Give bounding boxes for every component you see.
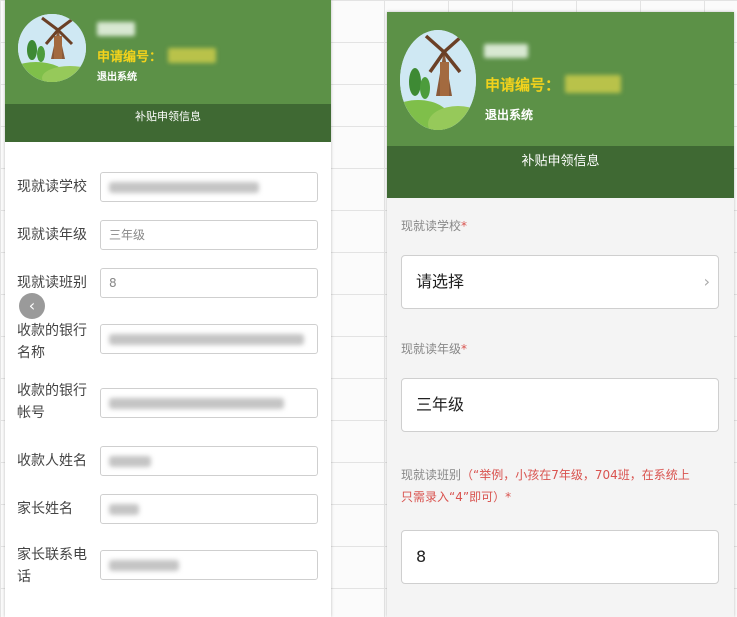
class-input[interactable]: 8	[100, 268, 318, 298]
right-phone-panel: 申请编号： 退出系统 补贴申领信息 现就读学校* 请选择 › 现就读年级* 三年…	[387, 12, 734, 617]
field-label: 收款的银行 名称	[17, 320, 97, 364]
windmill-avatar-icon	[18, 14, 86, 82]
application-number-label: 申请编号：	[485, 76, 561, 94]
class-hint-text: （“举例，小孩在7年级，704班，在系统上	[461, 468, 690, 482]
redacted-value	[109, 398, 284, 409]
field-label: 收款的银行 帐号	[17, 380, 97, 424]
label-text: 现就读年级	[401, 342, 462, 356]
required-mark: *	[505, 490, 512, 504]
redacted-value	[109, 560, 179, 571]
class-label: 现就读班别（“举例，小孩在7年级，704班，在系统上 只需录入“4”即可）*	[401, 464, 690, 508]
required-mark: *	[461, 219, 468, 233]
field-label-line: 收款的银行	[17, 383, 87, 399]
field-label: 现就读班别	[17, 275, 87, 291]
profile-header: 申请编号： 退出系统	[387, 12, 734, 146]
windmill-avatar-icon	[400, 30, 476, 130]
redacted-value	[109, 504, 139, 515]
required-mark: *	[461, 342, 468, 356]
grade-label: 现就读年级*	[401, 340, 467, 357]
chevron-right-icon: ›	[703, 272, 710, 291]
redacted-value	[109, 456, 151, 467]
application-number-redacted	[168, 48, 216, 63]
field-label-line: 收款的银行	[17, 323, 87, 339]
parent-name-input[interactable]	[100, 494, 318, 524]
bank-account-input[interactable]	[100, 388, 318, 418]
application-number-label: 申请编号：	[97, 50, 163, 65]
label-text: 现就读班别	[401, 468, 462, 482]
bank-name-input[interactable]	[100, 324, 318, 354]
grade-input[interactable]: 三年级	[401, 378, 719, 432]
back-arrow-icon[interactable]: ‹	[19, 293, 45, 319]
left-phone-panel: 申请编号： 退出系统 补贴申领信息 现就读学校 现就读年级 三年级 现就读班别 …	[5, 0, 331, 617]
field-label: 现就读年级	[17, 227, 87, 243]
field-label: 收款人姓名	[17, 453, 87, 469]
profile-header: 申请编号： 退出系统	[5, 0, 331, 104]
field-label-line: 家长联系电	[17, 547, 87, 563]
redacted-value	[109, 334, 304, 345]
field-label-line: 名称	[17, 345, 45, 361]
label-text: 现就读学校	[401, 219, 462, 233]
school-input[interactable]	[100, 172, 318, 202]
class-label-line: 只需录入“4”即可）*	[401, 486, 690, 508]
redacted-value	[109, 182, 259, 193]
field-label: 家长姓名	[17, 501, 73, 517]
tab-subsidy-info[interactable]: 补贴申领信息	[387, 146, 734, 198]
user-name-redacted	[484, 44, 528, 58]
field-label: 家长联系电 话	[17, 544, 97, 588]
class-hint-text: 只需录入“4”即可）	[401, 490, 506, 504]
school-select-value: 请选择	[416, 272, 465, 291]
application-number-redacted	[565, 75, 621, 93]
logout-link[interactable]: 退出系统	[485, 106, 533, 123]
payee-name-input[interactable]	[100, 446, 318, 476]
grade-input[interactable]: 三年级	[100, 220, 318, 250]
tab-subsidy-info[interactable]: 补贴申领信息	[5, 104, 331, 142]
field-label-line: 话	[17, 569, 31, 585]
class-input[interactable]: 8	[401, 530, 719, 584]
user-name-redacted	[97, 22, 135, 36]
school-select[interactable]: 请选择 ›	[401, 255, 719, 309]
field-label-line: 帐号	[17, 405, 45, 421]
field-label: 现就读学校	[17, 179, 87, 195]
school-label: 现就读学校*	[401, 217, 467, 234]
logout-link[interactable]: 退出系统	[97, 68, 137, 83]
class-label-line: 现就读班别（“举例，小孩在7年级，704班，在系统上	[401, 464, 690, 486]
parent-phone-input[interactable]	[100, 550, 318, 580]
